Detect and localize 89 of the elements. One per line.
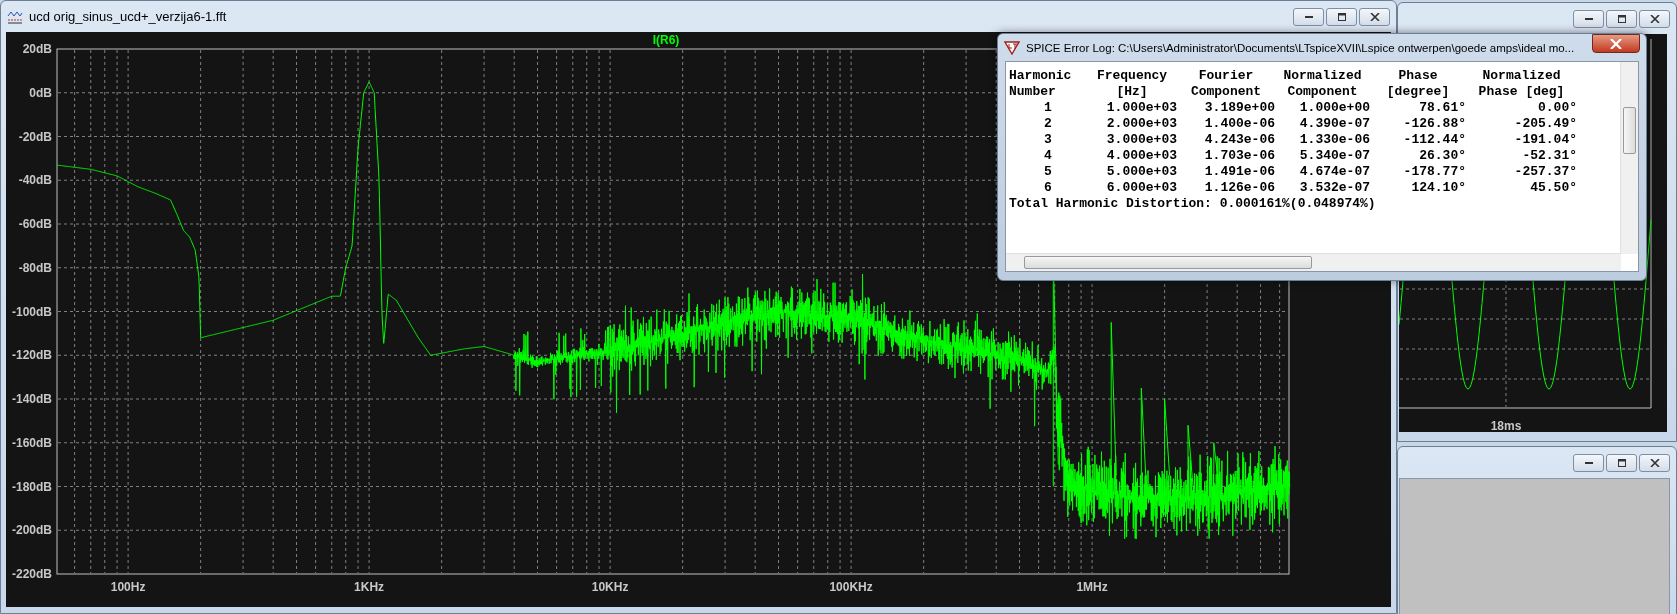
table-cell-text: -205.49° — [1513, 116, 1577, 132]
table-cell-text: 3.189e+00 — [1203, 100, 1275, 116]
table-cell-text: 4.243e-06 — [1203, 132, 1275, 148]
close-icon — [1610, 38, 1622, 49]
table-cell-text: 2.000e+03 — [1105, 116, 1177, 132]
window-title: ucd orig_sinus_ucd+_verzija6-1.fft — [29, 9, 227, 24]
y-axis-label: -180dB — [12, 479, 52, 494]
y-axis-label: -140dB — [12, 392, 52, 406]
table-cell-text: 26.30° — [1418, 148, 1466, 164]
column-header: Harmonic Number — [1009, 68, 1073, 100]
x-axis-label: 1KHz — [354, 580, 385, 594]
minimize-button[interactable] — [1293, 7, 1324, 26]
maximize-icon — [1617, 14, 1626, 23]
table-cell-text: 1.703e-06 — [1203, 148, 1275, 164]
horizontal-scrollbar[interactable] — [1006, 253, 1621, 271]
maximize-button[interactable] — [1606, 9, 1637, 28]
minimize-icon — [1304, 15, 1313, 18]
column-header: Frequency [Hz] — [1095, 68, 1169, 100]
y-axis-label: -200dB — [12, 523, 52, 538]
table-cell-text: 0.00° — [1537, 100, 1577, 116]
x-axis-label: 100Hz — [110, 580, 146, 594]
table-cell-text: 1 — [1043, 100, 1053, 116]
close-icon — [1369, 12, 1380, 21]
minimize-button[interactable] — [1573, 9, 1604, 28]
y-axis-label: -220dB — [12, 567, 52, 581]
maximize-icon — [1617, 458, 1626, 467]
table-cell-text: 4.000e+03 — [1105, 148, 1177, 164]
table-cell-text: 45.50° — [1529, 180, 1577, 196]
table-cell-text: -126.88° — [1402, 116, 1466, 132]
column-header: Phase [degree] — [1385, 68, 1451, 100]
table-cell-text: 4 — [1043, 148, 1053, 164]
y-axis-label: -40dB — [18, 173, 52, 188]
table-cell-text: 1.400e-06 — [1203, 116, 1275, 132]
table-cell-text: -191.04° — [1513, 132, 1577, 148]
column-header: Fourier Component — [1189, 68, 1263, 100]
minimize-icon — [1584, 17, 1593, 20]
close-button[interactable] — [1639, 9, 1670, 28]
table-cell-text: -257.37° — [1513, 164, 1577, 180]
close-button[interactable] — [1359, 7, 1390, 26]
table-cell-text: 2 — [1043, 116, 1053, 132]
distortion-summary: Total Harmonic Distortion: 0.000161%(0.048974%) — [1009, 196, 1377, 212]
table-cell-text: 5 — [1043, 164, 1053, 180]
y-axis-label: -80dB — [18, 260, 52, 275]
trace-label: I(R6) — [652, 33, 680, 47]
y-axis-label: 20dB — [22, 42, 52, 56]
column-header: Normalized Component — [1282, 68, 1363, 100]
y-axis-label: 0dB — [29, 85, 52, 100]
table-cell-text: 3.532e-07 — [1298, 180, 1370, 196]
x-axis-label: 10KHz — [591, 580, 629, 594]
window-title: SPICE Error Log: C:\Users\Administrator\Documents\LTspiceXVII\Lspice ontwerpen\goede amps\ideal mo... — [1026, 41, 1575, 54]
table-cell-text: 1.000e+00 — [1298, 100, 1370, 116]
table-cell-text: 1.491e-06 — [1203, 164, 1275, 180]
y-axis-label: -120dB — [12, 348, 52, 363]
table-cell-text: 1.330e-06 — [1298, 132, 1370, 148]
minimize-button[interactable] — [1573, 453, 1604, 472]
table-cell-text: 4.674e-07 — [1298, 164, 1370, 180]
maximize-icon — [1337, 12, 1346, 21]
column-header: Normalized Phase [deg] — [1477, 68, 1566, 100]
table-cell-text: 6 — [1043, 180, 1053, 196]
y-axis-label: -60dB — [18, 217, 52, 231]
minimize-icon — [1584, 461, 1593, 464]
table-cell-text: 1.000e+03 — [1105, 100, 1177, 116]
table-cell-text: 1.126e-06 — [1203, 180, 1275, 196]
table-cell-text: 3.000e+03 — [1105, 132, 1177, 148]
table-cell-text: 5.000e+03 — [1105, 164, 1177, 180]
y-axis-label: -100dB — [12, 304, 52, 319]
table-cell-text: 6.000e+03 — [1105, 180, 1177, 196]
vertical-scrollbar[interactable] — [1620, 62, 1638, 254]
x-axis-label: 1MHz — [1076, 580, 1108, 594]
close-button[interactable] — [1639, 453, 1670, 472]
x-axis-label: 100KHz — [829, 580, 873, 594]
y-axis-label: -20dB — [18, 129, 52, 144]
table-cell-text: -112.44° — [1402, 132, 1466, 148]
close-icon — [1649, 14, 1660, 23]
table-cell-text: 78.61° — [1418, 100, 1466, 116]
lt-logo-icon — [1004, 40, 1020, 55]
table-cell-text: 5.340e-07 — [1298, 148, 1370, 164]
waveform-icon — [7, 9, 23, 24]
table-cell-text: 3 — [1043, 132, 1053, 148]
table-cell-text: -178.77° — [1402, 164, 1466, 180]
close-button[interactable] — [1592, 34, 1640, 53]
close-icon — [1649, 458, 1660, 467]
table-cell-text: -52.31° — [1521, 148, 1577, 164]
maximize-button[interactable] — [1326, 7, 1357, 26]
table-cell-text: 4.390e-07 — [1298, 116, 1370, 132]
maximize-button[interactable] — [1606, 453, 1637, 472]
y-axis-label: -160dB — [12, 435, 52, 450]
table-cell-text: 124.10° — [1410, 180, 1466, 196]
x-axis-label: 18ms — [1490, 419, 1522, 432]
